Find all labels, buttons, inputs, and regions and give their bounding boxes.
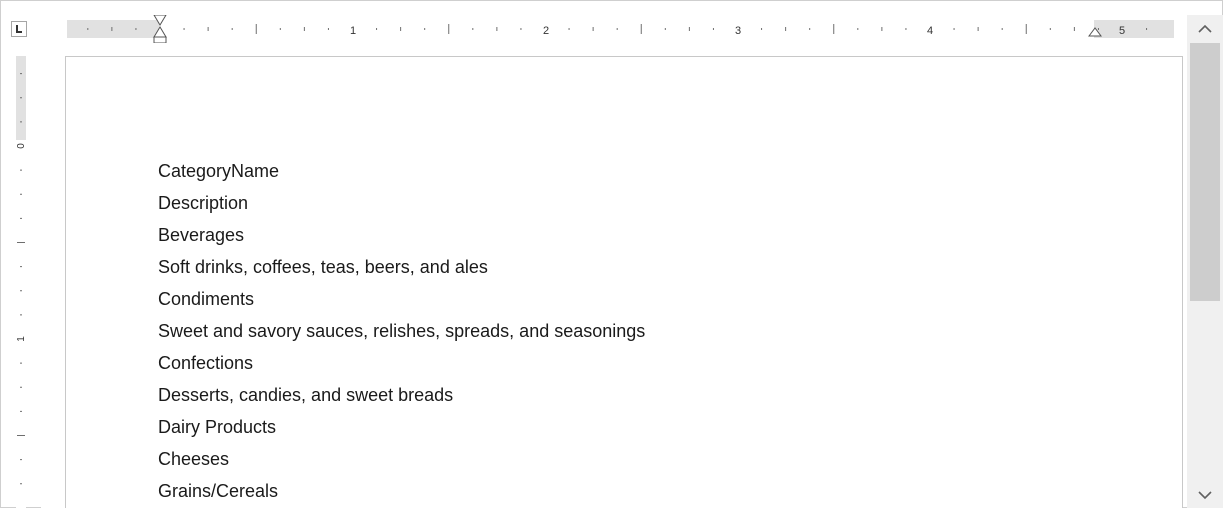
vruler-label-1: 1 — [16, 336, 27, 342]
document-page[interactable]: CategoryName Description Beverages Soft dri… — [65, 56, 1183, 508]
first-line-indent-marker-icon[interactable] — [153, 15, 167, 26]
hanging-indent-marker-icon[interactable] — [153, 26, 167, 43]
vertical-ruler[interactable]: 0 1 — [11, 56, 31, 508]
vertical-ruler-ticks: 0 1 — [16, 73, 27, 485]
document-body[interactable]: CategoryName Description Beverages Soft dri… — [158, 155, 645, 507]
ruler-label-5: 5 — [1119, 25, 1125, 37]
vruler-label-0: 0 — [16, 143, 27, 149]
document-canvas[interactable]: CategoryName Description Beverages Soft dri… — [41, 51, 1183, 508]
ruler-label-2: 2 — [543, 25, 549, 37]
document-line[interactable]: Dairy Products — [158, 411, 645, 443]
ruler-label-4: 4 — [927, 25, 933, 37]
scroll-down-button[interactable] — [1187, 481, 1223, 508]
document-line[interactable]: Condiments — [158, 283, 645, 315]
scroll-up-button[interactable] — [1187, 15, 1223, 43]
document-line[interactable]: CategoryName — [158, 155, 645, 187]
ruler-label-3: 3 — [735, 25, 741, 37]
vertical-scrollbar[interactable] — [1187, 15, 1223, 508]
tab-stop-selector[interactable] — [11, 21, 27, 37]
document-line[interactable]: Grains/Cereals — [158, 475, 645, 507]
chevron-down-icon — [1198, 491, 1212, 500]
document-line[interactable]: Beverages — [158, 219, 645, 251]
right-indent-marker-icon[interactable] — [1088, 27, 1102, 37]
scroll-thumb[interactable] — [1190, 43, 1220, 301]
horizontal-ruler[interactable]: 1 2 3 4 5 — [67, 15, 1174, 43]
document-line[interactable]: Desserts, candies, and sweet breads — [158, 379, 645, 411]
document-line[interactable]: Sweet and savory sauces, relishes, sprea… — [158, 315, 645, 347]
horizontal-ruler-ticks: 1 2 3 4 5 — [87, 15, 1148, 43]
document-line[interactable]: Confections — [158, 347, 645, 379]
chevron-up-icon — [1198, 24, 1212, 33]
ruler-label-1: 1 — [350, 25, 356, 37]
tab-stop-left-icon — [16, 25, 22, 33]
document-line[interactable]: Soft drinks, coffees, teas, beers, and a… — [158, 251, 645, 283]
editor-frame: 1 2 3 4 5 0 1 CategoryName Description B… — [0, 0, 1223, 508]
document-line[interactable]: Description — [158, 187, 645, 219]
document-line[interactable]: Cheeses — [158, 443, 645, 475]
